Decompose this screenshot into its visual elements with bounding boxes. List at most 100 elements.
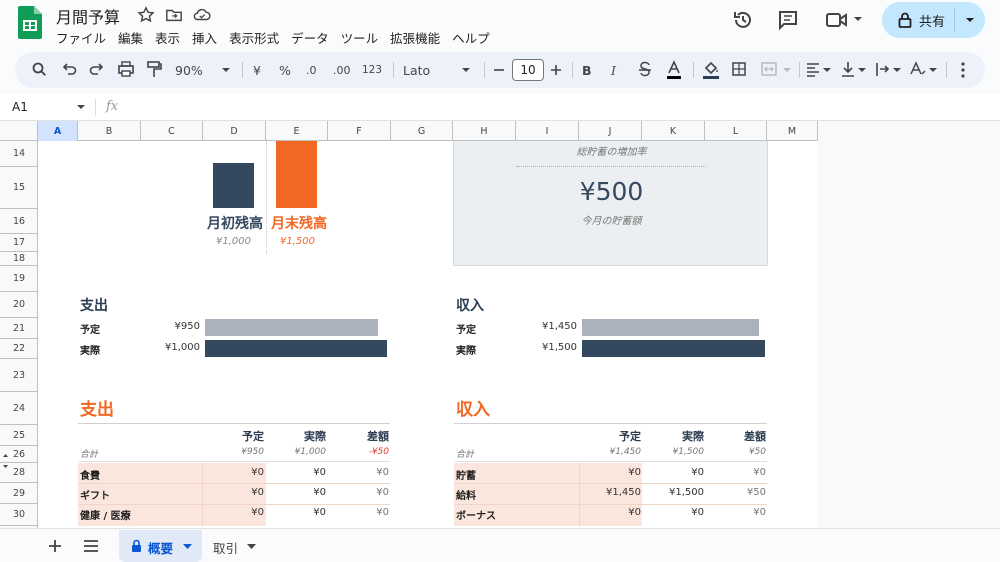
text-rotation-icon[interactable] [909, 52, 927, 88]
row-header[interactable]: 16 [0, 209, 37, 234]
font-select[interactable]: Lato [403, 52, 463, 88]
column-header[interactable]: L [705, 121, 767, 141]
column-header[interactable]: C [141, 121, 203, 141]
more-formats-button[interactable]: 123 [362, 52, 384, 88]
horizontal-align-icon[interactable] [805, 52, 821, 88]
row-header[interactable]: 18 [0, 252, 37, 266]
bold-button[interactable]: B [582, 52, 594, 88]
menu-format[interactable]: 表示形式 [229, 28, 279, 47]
sheets-logo-icon[interactable] [18, 6, 42, 39]
font-dropdown-icon[interactable] [461, 52, 471, 88]
formula-input[interactable] [130, 97, 990, 117]
fill-color-icon[interactable] [701, 52, 721, 88]
zoom-dropdown-icon[interactable] [221, 52, 231, 88]
percent-format-button[interactable]: % [279, 52, 293, 88]
row-header[interactable]: 25 [0, 425, 37, 446]
row-header[interactable]: 21 [0, 318, 37, 339]
add-sheet-icon[interactable] [48, 539, 62, 553]
text-wrap-icon[interactable] [875, 52, 891, 88]
font-size-decrease-icon[interactable] [493, 52, 505, 88]
menu-extensions[interactable]: 拡張機能 [390, 28, 440, 47]
row-header[interactable]: 20 [0, 292, 37, 318]
valign-dropdown-icon[interactable] [857, 52, 867, 88]
italic-button[interactable]: I [611, 52, 623, 88]
column-header[interactable]: J [579, 121, 642, 141]
menu-file[interactable]: ファイル [56, 28, 106, 47]
document-title[interactable]: 月間予算 [56, 4, 120, 28]
row-header[interactable]: 14 [0, 141, 37, 167]
income-row-name: 給料 [456, 491, 476, 502]
row-header[interactable]: 17 [0, 234, 37, 252]
all-sheets-icon[interactable] [83, 539, 99, 553]
move-folder-icon[interactable] [165, 6, 183, 24]
menu-view[interactable]: 表示 [155, 28, 180, 47]
menu-insert[interactable]: 挿入 [192, 28, 217, 47]
decrease-decimal-button[interactable]: .0 [306, 52, 326, 88]
row-header[interactable]: 15 [0, 167, 37, 209]
hidden-rows-toggle-icon[interactable] [2, 451, 9, 471]
column-header[interactable]: H [453, 121, 516, 141]
column-header[interactable]: D [203, 121, 266, 141]
borders-icon[interactable] [731, 52, 747, 88]
row-header[interactable]: 24 [0, 392, 37, 425]
print-icon[interactable] [117, 52, 135, 88]
menu-tools[interactable]: ツール [341, 28, 379, 47]
merge-cells-icon[interactable] [760, 52, 778, 88]
column-header[interactable]: K [642, 121, 705, 141]
row-header[interactable]: 19 [0, 266, 37, 292]
zoom-select[interactable]: 90% [175, 52, 223, 88]
column-header[interactable]: G [391, 121, 453, 141]
wrap-dropdown-icon[interactable] [892, 52, 902, 88]
tab-transactions[interactable]: 取引 [203, 530, 263, 562]
name-box-dropdown-icon[interactable] [76, 104, 86, 111]
font-size-input[interactable]: 10 [512, 59, 544, 81]
merge-dropdown-icon[interactable] [782, 52, 792, 88]
tab-summary[interactable]: 概要 [119, 530, 202, 562]
column-header[interactable]: F [328, 121, 391, 141]
star-icon[interactable] [137, 6, 155, 24]
lock-icon [132, 539, 141, 552]
paint-format-icon[interactable] [145, 52, 163, 88]
name-box[interactable]: A1 [12, 100, 28, 114]
expense-planned-value: ¥950 [174, 321, 200, 332]
column-header[interactable]: I [516, 121, 579, 141]
row-header[interactable]: 22 [0, 339, 37, 359]
savings-amount: ¥500 [579, 177, 644, 206]
increase-decimal-button[interactable]: .00 [333, 52, 357, 88]
font-size-increase-icon[interactable] [550, 52, 562, 88]
meet-dropdown-icon[interactable] [853, 15, 863, 23]
share-dropdown-icon[interactable] [965, 17, 975, 24]
meet-video-icon[interactable] [826, 10, 848, 30]
tab-dropdown-icon[interactable] [247, 544, 256, 550]
column-header[interactable]: B [78, 121, 141, 141]
undo-icon[interactable] [61, 52, 77, 88]
halign-dropdown-icon[interactable] [822, 52, 832, 88]
select-all-corner[interactable] [0, 121, 38, 141]
sheet-grid[interactable]: 月初残高 月末残高 ¥1,000 ¥1,500 総貯蓄の増加率 ¥500 今月の… [38, 141, 818, 528]
redo-icon[interactable] [89, 52, 105, 88]
column-header[interactable]: E [266, 121, 328, 141]
history-icon[interactable] [732, 9, 754, 31]
rotation-dropdown-icon[interactable] [928, 52, 938, 88]
income-col-planned: 予定 [619, 430, 641, 443]
search-menus-icon[interactable] [31, 52, 47, 88]
tab-dropdown-icon[interactable] [183, 544, 192, 550]
row-header[interactable]: 30 [0, 504, 37, 526]
currency-format-button[interactable]: ¥ [253, 52, 267, 88]
strikethrough-icon[interactable] [637, 52, 653, 88]
more-options-icon[interactable] [959, 52, 967, 88]
share-button[interactable]: 共有 [882, 2, 985, 38]
menu-help[interactable]: ヘルプ [452, 28, 490, 47]
text-color-icon[interactable] [665, 52, 683, 88]
expense-planned-bar [205, 319, 378, 336]
column-header[interactable]: M [767, 121, 818, 141]
cloud-status-icon[interactable] [193, 6, 211, 24]
column-header[interactable]: A [38, 121, 78, 141]
vertical-align-icon[interactable] [840, 52, 856, 88]
row-header[interactable]: 23 [0, 359, 37, 392]
menu-edit[interactable]: 編集 [118, 28, 143, 47]
comment-icon[interactable] [777, 9, 799, 31]
row-header[interactable]: 29 [0, 483, 37, 504]
savings-amount-label: 今月の貯蓄額 [581, 216, 642, 227]
menu-data[interactable]: データ [291, 28, 329, 47]
